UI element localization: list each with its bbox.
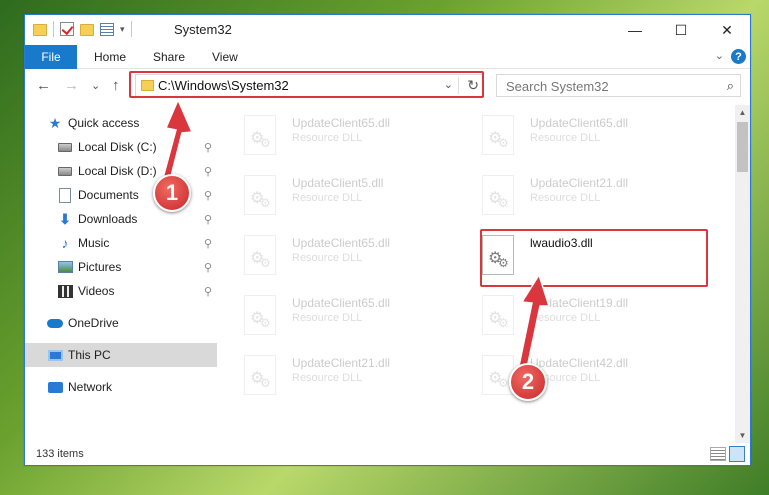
step-1-badge: 1 (153, 174, 191, 212)
step-2-badge: 2 (509, 363, 547, 401)
arrow-1-shape (162, 98, 194, 181)
arrow-2-shape (518, 273, 551, 369)
arrow-1 (162, 98, 194, 181)
annotation-arrows (162, 98, 551, 369)
arrow-2 (518, 273, 551, 369)
